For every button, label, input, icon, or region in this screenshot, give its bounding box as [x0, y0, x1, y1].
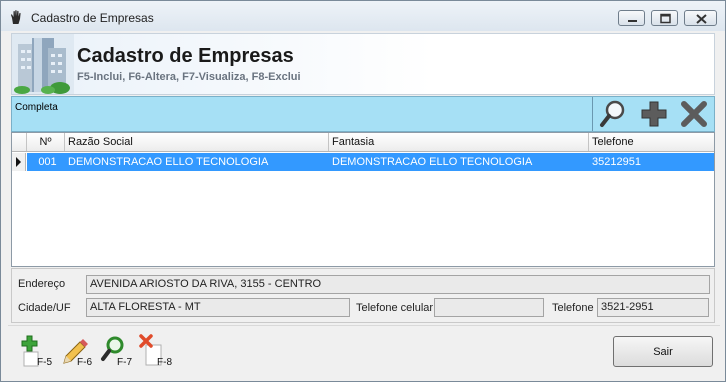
search-icon[interactable]	[598, 99, 630, 129]
shortcut-hint: F5-Inclui, F6-Altera, F7-Visualiza, F8-E…	[77, 71, 301, 83]
header-indicator-cell	[12, 133, 27, 151]
cell-number[interactable]: 001	[30, 153, 65, 171]
view-key-label: F-7	[117, 357, 132, 368]
companies-table: Nº Razão Social Fantasia Telefone 001 DE…	[11, 132, 715, 267]
current-row-arrow-icon	[16, 157, 21, 167]
filter-bar: Completa	[11, 96, 715, 132]
column-header-number[interactable]: Nº	[27, 133, 65, 151]
column-header-telefone[interactable]: Telefone	[589, 133, 714, 151]
title-bar[interactable]: Cadastro de Empresas	[1, 1, 725, 31]
cidade-label: Cidade/UF	[18, 302, 71, 314]
filter-label[interactable]: Completa	[15, 102, 58, 113]
endereco-field[interactable]: AVENIDA ARIOSTO DA RIVA, 3155 - CENTRO	[86, 275, 710, 294]
minimize-button[interactable]	[618, 10, 645, 26]
maximize-icon	[660, 13, 671, 24]
minimize-icon	[628, 20, 637, 22]
delete-button[interactable]: F-8	[138, 333, 176, 369]
table-header: Nº Razão Social Fantasia Telefone	[12, 133, 714, 152]
celular-field[interactable]	[434, 298, 544, 317]
page-title: Cadastro de Empresas	[77, 45, 294, 67]
telefone-field[interactable]: 3521-2951	[597, 298, 709, 317]
hand-icon	[11, 10, 21, 24]
footer-bar: F-5 F-6 F-7 F-8 Sair	[8, 325, 720, 376]
telefone-label: Telefone	[552, 302, 594, 314]
header-banner: Cadastro de Empresas F5-Inclui, F6-Alter…	[11, 33, 715, 95]
edit-button[interactable]: F-6	[58, 333, 96, 369]
delete-icon[interactable]	[678, 99, 710, 129]
include-key-label: F-5	[37, 357, 52, 368]
table-row[interactable]: 001 DEMONSTRACAO ELLO TECNOLOGIA DEMONST…	[12, 153, 714, 171]
window-title: Cadastro de Empresas	[31, 11, 154, 25]
endereco-label: Endereço	[18, 278, 66, 290]
client-area: Cadastro de Empresas F5-Inclui, F6-Alter…	[8, 32, 720, 376]
exit-button[interactable]: Sair	[613, 336, 713, 367]
close-button[interactable]	[684, 10, 717, 26]
row-indicator	[12, 153, 26, 171]
column-header-razao-social[interactable]: Razão Social	[65, 133, 329, 151]
delete-key-label: F-8	[157, 357, 172, 368]
cidade-field[interactable]: ALTA FLORESTA - MT	[86, 298, 350, 317]
toolbar-divider	[592, 97, 593, 131]
edit-key-label: F-6	[77, 357, 92, 368]
maximize-button[interactable]	[651, 10, 678, 26]
close-icon	[696, 14, 707, 24]
details-panel: Endereço AVENIDA ARIOSTO DA RIVA, 3155 -…	[11, 268, 715, 323]
cell-razao-social[interactable]: DEMONSTRACAO ELLO TECNOLOGIA	[65, 153, 329, 171]
column-header-fantasia[interactable]: Fantasia	[329, 133, 589, 151]
app-window: Cadastro de Empresas Cadastro de Empresa…	[0, 0, 726, 382]
building-icon	[12, 34, 74, 94]
celular-label: Telefone celular	[356, 302, 434, 314]
include-button[interactable]: F-5	[18, 333, 56, 369]
add-icon[interactable]	[638, 99, 670, 129]
view-button[interactable]: F-7	[98, 333, 136, 369]
cell-telefone[interactable]: 35212951	[589, 153, 714, 171]
cell-fantasia[interactable]: DEMONSTRACAO ELLO TECNOLOGIA	[329, 153, 589, 171]
